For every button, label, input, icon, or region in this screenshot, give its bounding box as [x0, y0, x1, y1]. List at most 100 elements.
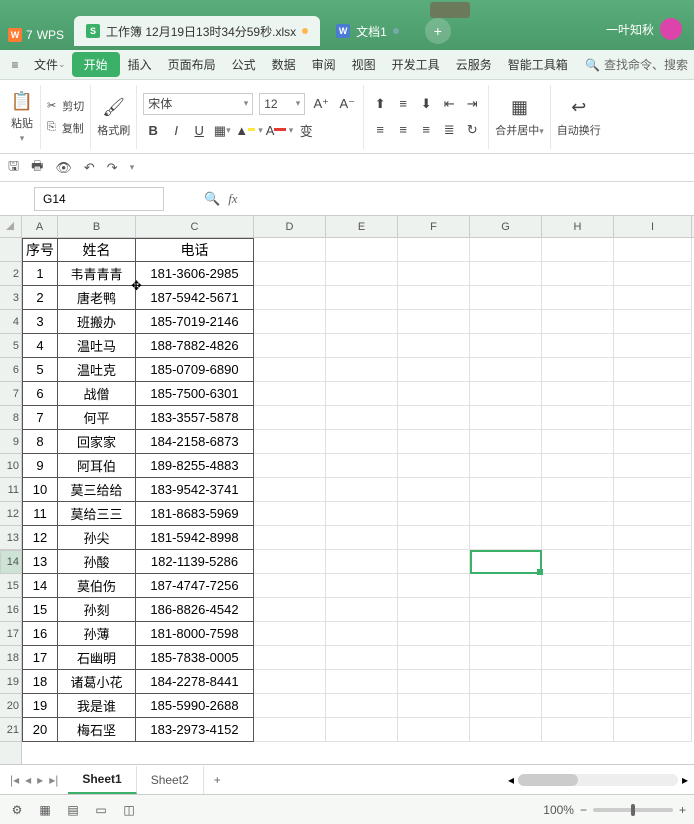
row-header[interactable]: 11: [0, 478, 22, 502]
col-header[interactable]: F: [398, 216, 470, 237]
row-header[interactable]: 18: [0, 646, 22, 670]
cell-phone[interactable]: 188-7882-4826: [136, 334, 254, 358]
align-justify-button[interactable]: ≣: [439, 120, 459, 140]
cell-name[interactable]: 战僧: [58, 382, 136, 406]
row-header[interactable]: 5: [0, 334, 22, 358]
size-select[interactable]: 12▾: [259, 93, 305, 115]
cell-name[interactable]: 孙刻: [58, 598, 136, 622]
fx-icon[interactable]: fx: [228, 191, 237, 207]
cell-name[interactable]: 韦青青青: [58, 262, 136, 286]
cell-name[interactable]: 梅石坚: [58, 718, 136, 742]
doc-tab-2[interactable]: W 文档1: [324, 16, 411, 46]
menu-smart[interactable]: 智能工具箱: [500, 56, 576, 73]
row-header[interactable]: 14: [0, 550, 22, 574]
zoom-icon[interactable]: 🔍: [204, 191, 220, 207]
cell-name[interactable]: 温吐马: [58, 334, 136, 358]
paste-button[interactable]: 📋 粘贴▾: [10, 89, 34, 144]
cell-phone[interactable]: 185-0709-6890: [136, 358, 254, 382]
cell-phone[interactable]: 187-4747-7256: [136, 574, 254, 598]
undo-button[interactable]: ↶: [84, 160, 95, 176]
col-header[interactable]: A: [22, 216, 58, 237]
row-header[interactable]: 21: [0, 718, 22, 742]
cell-no[interactable]: 11: [22, 502, 58, 526]
cell-no[interactable]: 4: [22, 334, 58, 358]
bold-button[interactable]: B: [143, 121, 163, 141]
horizontal-scrollbar[interactable]: ◂ ▸: [508, 773, 694, 787]
sheet-tab-1[interactable]: Sheet1: [68, 766, 136, 794]
cell-phone[interactable]: 185-5990-2688: [136, 694, 254, 718]
menu-layout[interactable]: 页面布局: [160, 56, 224, 73]
grid[interactable]: A B C D E F G H I 2345678910111213141516…: [0, 216, 694, 764]
row-header[interactable]: 12: [0, 502, 22, 526]
cell-no[interactable]: 10: [22, 478, 58, 502]
save-icon[interactable]: 🖫: [8, 157, 19, 179]
font-color-button[interactable]: A: [266, 121, 286, 141]
cell-name[interactable]: 孙酸: [58, 550, 136, 574]
cell-name[interactable]: 莫给三三: [58, 502, 136, 526]
italic-button[interactable]: I: [166, 121, 186, 141]
col-header[interactable]: C: [136, 216, 254, 237]
cell-phone[interactable]: 182-1139-5286: [136, 550, 254, 574]
zoom-slider[interactable]: [593, 808, 673, 812]
menu-insert[interactable]: 插入: [120, 56, 160, 73]
wps-logo[interactable]: W 7 WPS: [8, 28, 64, 42]
font-select[interactable]: 宋体▾: [143, 93, 253, 115]
reading-mode-icon[interactable]: ◫: [120, 801, 138, 819]
row-header[interactable]: 15: [0, 574, 22, 598]
row-header[interactable]: 19: [0, 670, 22, 694]
menu-start[interactable]: 开始: [72, 52, 120, 77]
redo-button[interactable]: ↷: [107, 160, 118, 176]
menu-dev[interactable]: 开发工具: [384, 56, 448, 73]
cell-name[interactable]: 孙尖: [58, 526, 136, 550]
cell-no[interactable]: 16: [22, 622, 58, 646]
row-header[interactable]: 4: [0, 310, 22, 334]
orientation-button[interactable]: ↻: [462, 120, 482, 140]
preview-icon[interactable]: 👁: [55, 160, 72, 176]
settings-icon[interactable]: ⚙: [8, 801, 26, 819]
row-header[interactable]: 16: [0, 598, 22, 622]
copy-button[interactable]: ⎘复制: [47, 120, 84, 136]
brush-button[interactable]: 🖌 格式刷: [97, 96, 130, 138]
cell-no[interactable]: 13: [22, 550, 58, 574]
menu-search[interactable]: 🔍 查找命令、搜索: [585, 56, 688, 73]
col-header[interactable]: H: [542, 216, 614, 237]
cell-no[interactable]: 8: [22, 430, 58, 454]
zoom-in-button[interactable]: +: [679, 803, 686, 817]
row-header[interactable]: 9: [0, 430, 22, 454]
align-top-button[interactable]: ⬆: [370, 94, 390, 114]
sheet-first-button[interactable]: |◂: [10, 773, 19, 787]
cell-phone[interactable]: 183-9542-3741: [136, 478, 254, 502]
cell-no[interactable]: 14: [22, 574, 58, 598]
cell-no[interactable]: 3: [22, 310, 58, 334]
cell-phone[interactable]: 183-2973-4152: [136, 718, 254, 742]
cell-phone[interactable]: 181-3606-2985: [136, 262, 254, 286]
shrink-font-button[interactable]: A⁻: [337, 94, 357, 114]
cell-phone[interactable]: 187-5942-5671: [136, 286, 254, 310]
cell-no[interactable]: 19: [22, 694, 58, 718]
qat-more-icon[interactable]: ▾: [130, 162, 135, 173]
menu-cloud[interactable]: 云服务: [448, 56, 500, 73]
row-header[interactable]: 7: [0, 382, 22, 406]
wrap-button[interactable]: ↩ 自动换行: [557, 96, 601, 138]
grow-font-button[interactable]: A⁺: [311, 94, 331, 114]
cell-name[interactable]: 班搬办: [58, 310, 136, 334]
cell-phone[interactable]: 189-8255-4883: [136, 454, 254, 478]
border-button[interactable]: ▦▾: [212, 121, 232, 141]
cell-no[interactable]: 7: [22, 406, 58, 430]
indent-dec-button[interactable]: ⇤: [439, 94, 459, 114]
phonetic-button[interactable]: 变: [296, 121, 316, 141]
user-area[interactable]: 一叶知秋: [606, 18, 682, 40]
view-pagebreak-icon[interactable]: ▭: [92, 801, 110, 819]
cell-name[interactable]: 何平: [58, 406, 136, 430]
align-bot-button[interactable]: ⬇: [416, 94, 436, 114]
menu-view[interactable]: 视图: [344, 56, 384, 73]
cell-no[interactable]: 5: [22, 358, 58, 382]
cell-name[interactable]: 石幽明: [58, 646, 136, 670]
align-mid-button[interactable]: ≡: [393, 94, 413, 114]
cell-phone[interactable]: 185-7500-6301: [136, 382, 254, 406]
sheet-last-button[interactable]: ▸|: [49, 773, 58, 787]
cell-no[interactable]: 15: [22, 598, 58, 622]
cell-phone[interactable]: 181-8683-5969: [136, 502, 254, 526]
merge-button[interactable]: ▦ 合并居中▾: [495, 96, 544, 138]
row-header[interactable]: [0, 238, 22, 262]
